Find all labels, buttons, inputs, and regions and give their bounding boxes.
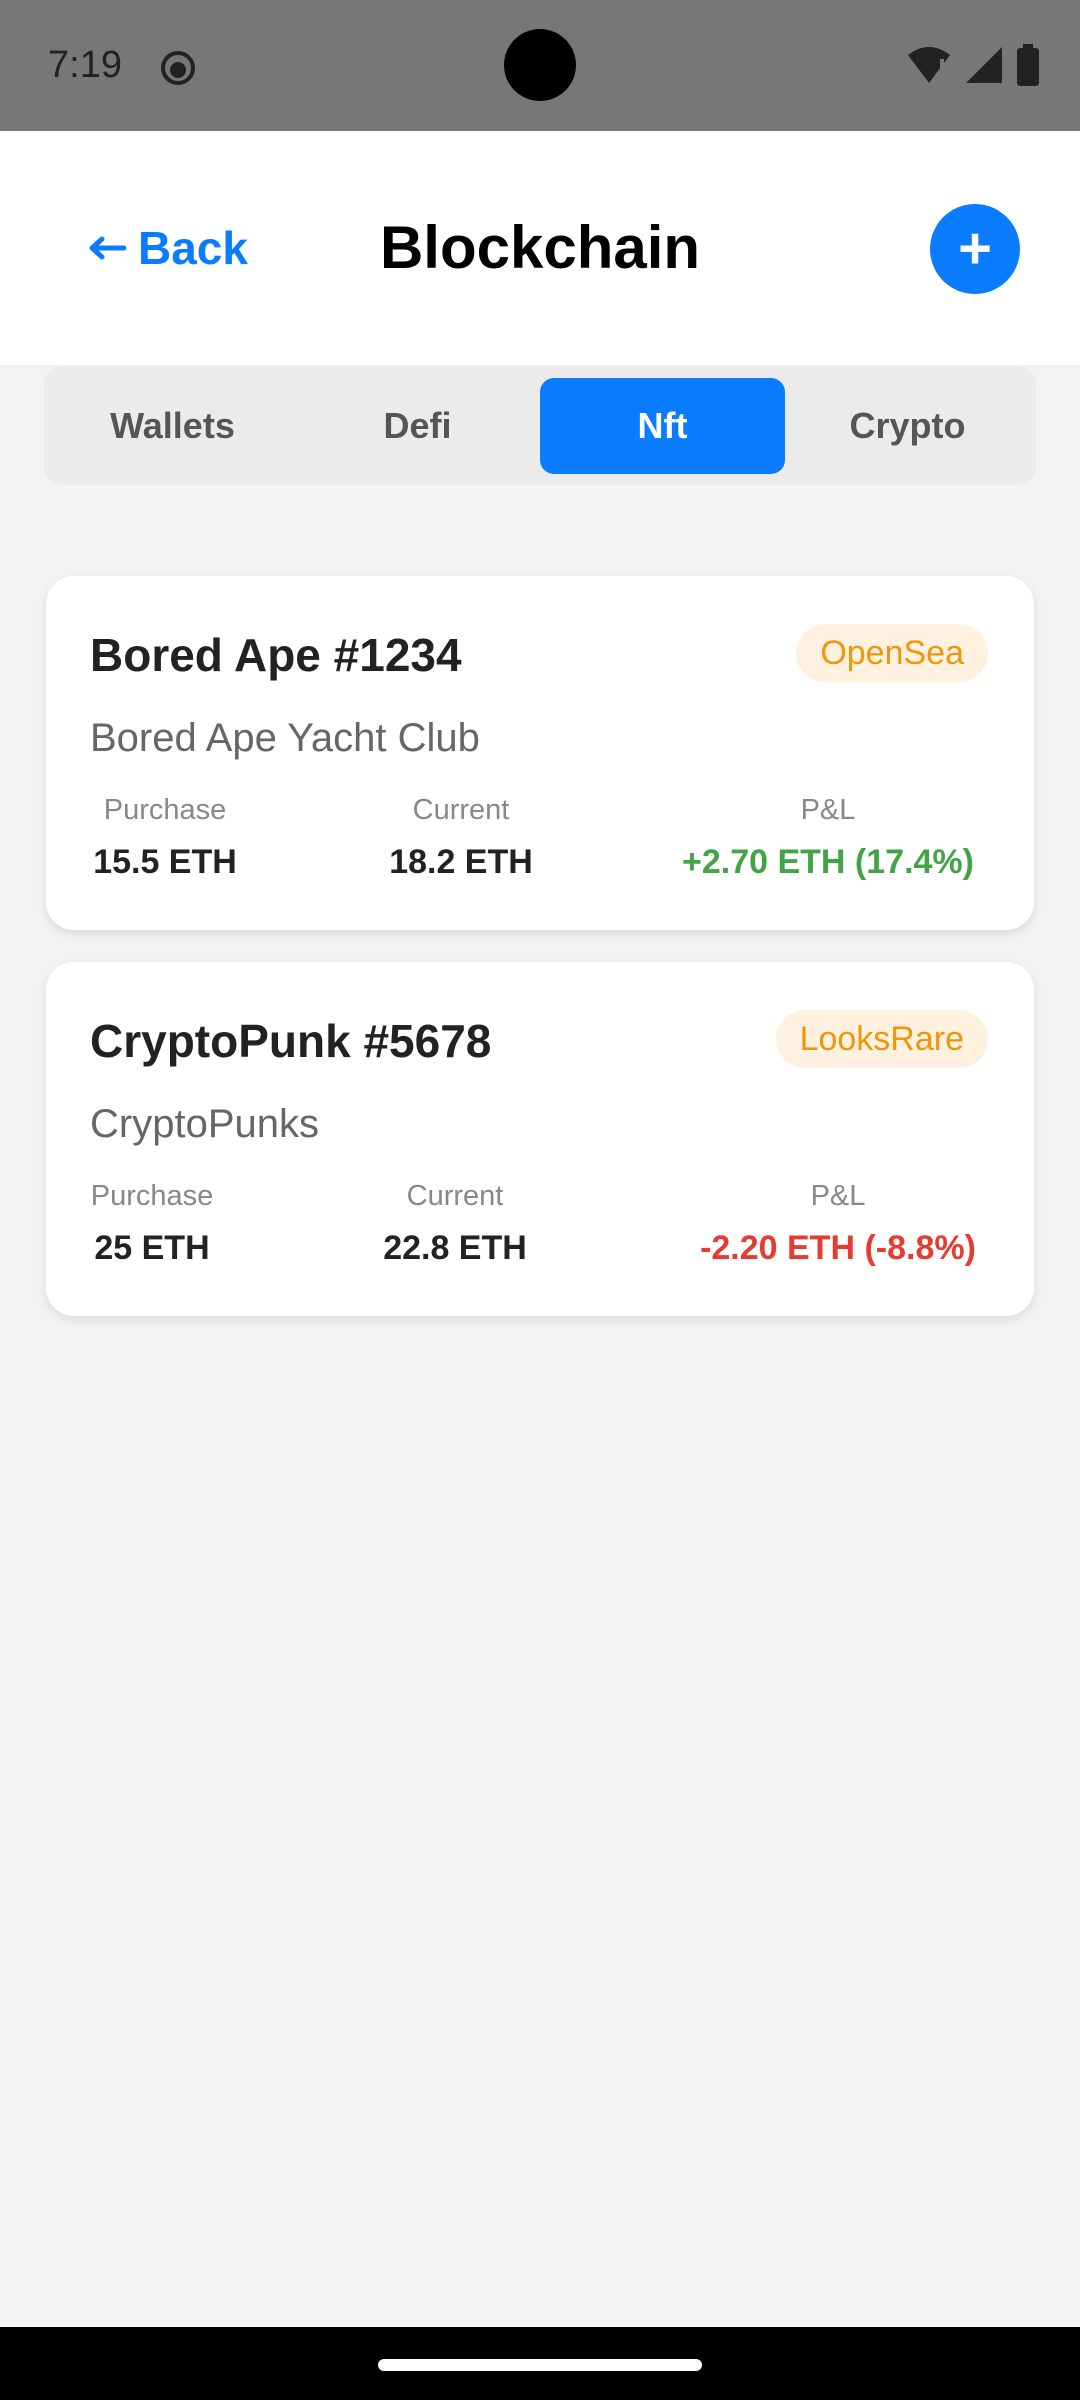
- purchase-value: 25 ETH: [94, 1229, 210, 1267]
- tab-crypto[interactable]: Crypto: [785, 378, 1030, 474]
- pnl-stat: P&L +2.70 ETH (17.4%): [668, 794, 988, 882]
- current-label: Current: [406, 1180, 504, 1212]
- nft-card[interactable]: Bored Ape #1234 OpenSea Bored Ape Yacht …: [46, 576, 1034, 930]
- wifi-icon: [908, 47, 950, 83]
- plus-icon: +: [958, 216, 992, 281]
- tab-wallets[interactable]: Wallets: [50, 378, 295, 474]
- purchase-stat: Purchase 25 ETH: [90, 1180, 214, 1268]
- nft-name: Bored Ape #1234: [90, 629, 462, 681]
- nft-card[interactable]: CryptoPunk #5678 LooksRare CryptoPunks P…: [46, 962, 1034, 1316]
- purchase-label: Purchase: [103, 794, 227, 826]
- pnl-label: P&L: [800, 794, 856, 826]
- nft-collection: CryptoPunks: [90, 1102, 319, 1146]
- tab-bar: Wallets Defi Nft Crypto: [44, 366, 1036, 485]
- tab-nft[interactable]: Nft: [540, 377, 785, 474]
- tab-defi[interactable]: Defi: [295, 378, 540, 474]
- camera-cutout: [504, 29, 576, 101]
- current-stat: Current 22.8 ETH: [380, 1180, 530, 1268]
- pnl-label: P&L: [810, 1180, 866, 1212]
- pnl-value: -2.20 ETH (-8.8%): [700, 1229, 976, 1267]
- battery-icon: [1017, 44, 1039, 86]
- current-value: 22.8 ETH: [383, 1229, 527, 1267]
- purchase-value: 15.5 ETH: [93, 843, 237, 881]
- pnl-value: +2.70 ETH (17.4%): [682, 843, 974, 881]
- current-value: 18.2 ETH: [389, 843, 533, 881]
- status-bar: 7:19: [0, 0, 1080, 131]
- marketplace-badge: LooksRare: [775, 1010, 988, 1068]
- app-notification-icon: [161, 51, 195, 85]
- system-nav-bar: [0, 2327, 1080, 2400]
- current-stat: Current 18.2 ETH: [386, 794, 536, 882]
- page-title: Blockchain: [379, 214, 701, 281]
- purchase-label: Purchase: [90, 1180, 214, 1212]
- current-label: Current: [412, 794, 510, 826]
- add-button[interactable]: +: [930, 204, 1020, 294]
- purchase-stat: Purchase 15.5 ETH: [90, 794, 240, 882]
- pnl-stat: P&L -2.20 ETH (-8.8%): [688, 1180, 988, 1268]
- nft-collection: Bored Ape Yacht Club: [90, 716, 480, 760]
- signal-icon: [966, 47, 1002, 83]
- app-header: Back Blockchain +: [0, 131, 1080, 365]
- nft-name: CryptoPunk #5678: [90, 1015, 492, 1067]
- status-time: 7:19: [48, 44, 122, 86]
- marketplace-badge: OpenSea: [796, 624, 988, 682]
- status-icons: [906, 44, 1040, 86]
- home-gesture-handle[interactable]: [378, 2359, 702, 2371]
